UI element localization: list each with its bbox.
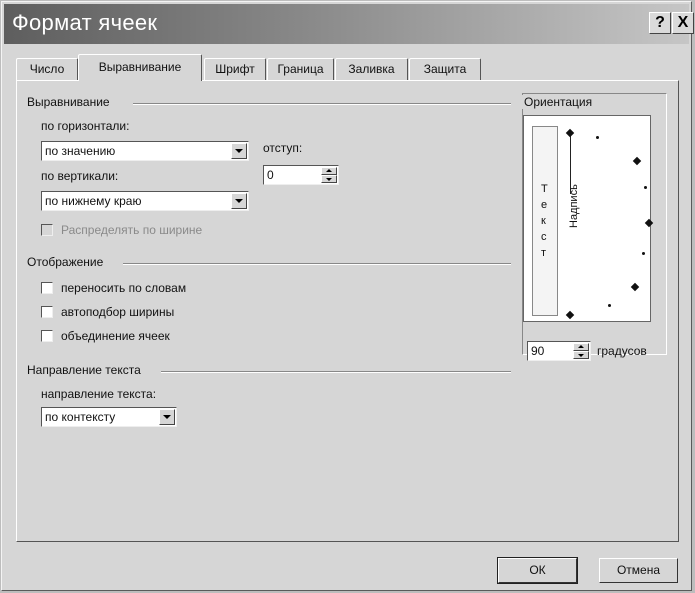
chevron-down-icon[interactable]: [231, 143, 247, 159]
horizontal-value: по значению: [45, 144, 116, 158]
text-direction-select[interactable]: по контексту: [41, 407, 177, 427]
dial-text: Надпись: [568, 184, 580, 228]
dial-marker: [565, 310, 575, 320]
vertical-text-button[interactable]: Т е к с т: [532, 126, 558, 316]
dial-marker: [630, 282, 640, 292]
tab-alignment[interactable]: Выравнивание: [78, 54, 202, 81]
tab-fill[interactable]: Заливка: [335, 58, 408, 80]
alignment-group-label: Выравнивание: [27, 95, 110, 109]
vertical-text-char: Т: [541, 183, 548, 195]
orientation-group-label: Ориентация: [522, 95, 595, 109]
wrap-text-checkbox[interactable]: [41, 282, 53, 294]
text-direction-label: направление текста:: [41, 387, 157, 401]
group-divider: [123, 263, 511, 265]
ok-button[interactable]: ОК: [497, 557, 578, 584]
vertical-value: по нижнему краю: [45, 194, 142, 208]
dial-marker: [642, 252, 645, 255]
horizontal-label: по горизонтали:: [41, 119, 130, 133]
degrees-label: градусов: [597, 344, 647, 358]
group-divider: [161, 371, 511, 373]
spin-up-icon[interactable]: [573, 343, 589, 351]
dial-marker: [596, 136, 599, 139]
format-cells-dialog: Формат ячеек ? X Число Выравнивание Шриф…: [1, 1, 694, 591]
dial-marker: [644, 186, 647, 189]
vertical-text-char: т: [541, 247, 547, 259]
tab-font[interactable]: Шрифт: [204, 58, 266, 80]
wrap-text-label: переносить по словам: [61, 281, 187, 295]
alignment-panel: Выравнивание по горизонтали: по значению…: [16, 80, 679, 542]
shrink-to-fit-label: автоподбор ширины: [61, 305, 175, 319]
distribute-label: Распределять по ширине: [61, 223, 203, 237]
merge-cells-label: объединение ячеек: [61, 329, 170, 343]
close-button[interactable]: X: [672, 12, 694, 34]
tab-border[interactable]: Граница: [267, 58, 334, 80]
indent-value: 0: [267, 168, 274, 182]
display-group-label: Отображение: [27, 255, 104, 269]
vertical-text-char: с: [541, 231, 547, 243]
vertical-text-char: е: [541, 199, 548, 211]
text-direction-value: по контексту: [45, 410, 116, 424]
dial-marker: [632, 156, 642, 166]
tab-number[interactable]: Число: [16, 58, 78, 80]
indent-stepper[interactable]: 0: [263, 165, 339, 185]
cancel-button[interactable]: Отмена: [599, 558, 678, 583]
spin-down-icon[interactable]: [321, 175, 337, 183]
dial-marker: [565, 128, 575, 138]
vertical-select[interactable]: по нижнему краю: [41, 191, 249, 211]
distribute-checkbox[interactable]: [41, 224, 53, 236]
tab-protection[interactable]: Защита: [409, 58, 481, 80]
text-direction-group-label: Направление текста: [27, 363, 141, 377]
vertical-text-char: к: [541, 215, 546, 227]
spin-up-icon[interactable]: [321, 167, 337, 175]
spin-down-icon[interactable]: [573, 351, 589, 359]
merge-cells-checkbox[interactable]: [41, 330, 53, 342]
title-bar: Формат ячеек ? X: [4, 4, 694, 44]
degrees-value: 90: [531, 344, 545, 358]
group-divider: [133, 103, 511, 105]
help-button[interactable]: ?: [649, 12, 671, 34]
chevron-down-icon[interactable]: [231, 193, 247, 209]
vertical-label: по вертикали:: [41, 169, 119, 183]
shrink-to-fit-checkbox[interactable]: [41, 306, 53, 318]
dial-marker: [608, 304, 611, 307]
degrees-stepper[interactable]: 90: [527, 341, 591, 361]
horizontal-select[interactable]: по значению: [41, 141, 249, 161]
orientation-dial[interactable]: Т е к с т Надпись: [523, 115, 654, 322]
chevron-down-icon[interactable]: [159, 409, 175, 425]
dialog-title: Формат ячеек: [12, 10, 158, 35]
indent-label: отступ:: [263, 141, 303, 155]
